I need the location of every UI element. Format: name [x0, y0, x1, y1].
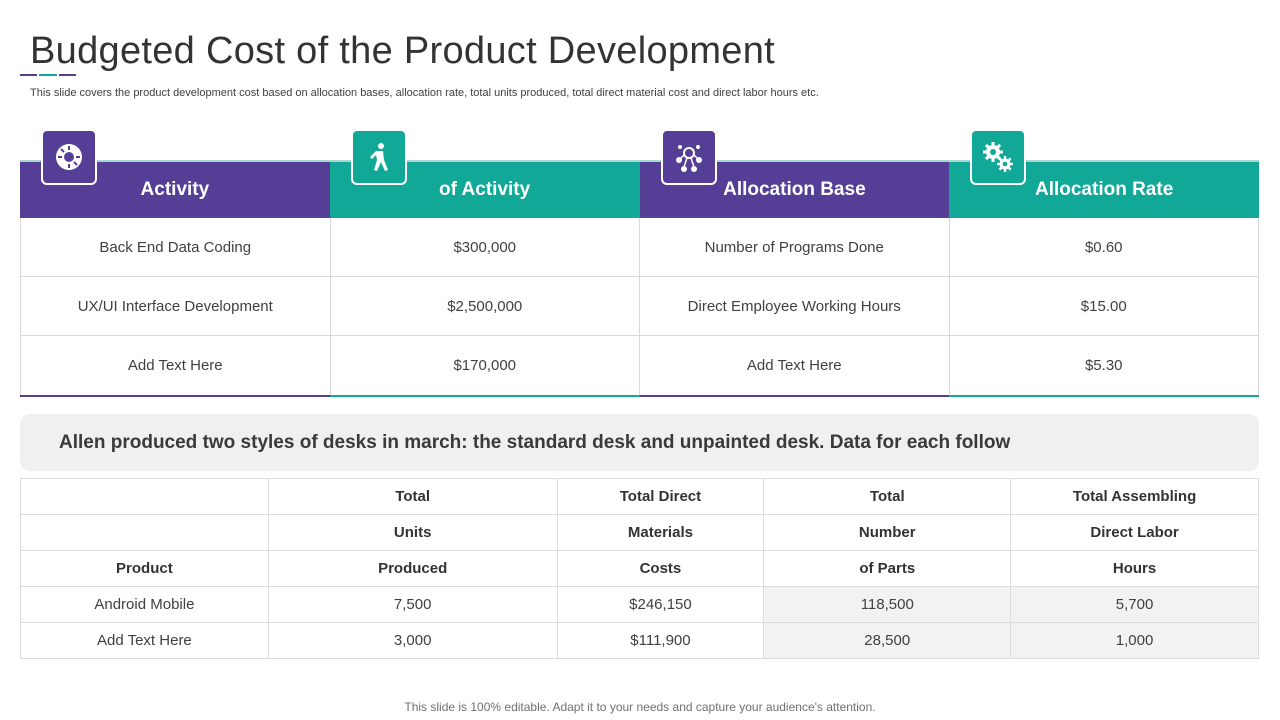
header-cost-of-activity: of Activity — [329, 129, 640, 218]
activity-table-header: Activity of Activity Allocation Base All… — [20, 129, 1259, 218]
labor-hours-cell: 1,000 — [1010, 622, 1259, 659]
header-cost-of-activity-label: of Activity — [439, 179, 531, 200]
header-allocation-rate: Allocation Rate — [949, 129, 1259, 218]
network-people-icon — [660, 129, 717, 185]
allocation-rate-cell: $5.30 — [950, 336, 1259, 395]
header-cell: Hours — [1010, 550, 1259, 587]
activity-cell: UX/UI Interface Development — [20, 277, 331, 335]
slide-footer: This slide is 100% editable. Adapt it to… — [404, 700, 876, 714]
materials-cost-cell: $246,150 — [556, 586, 765, 623]
activity-cell: Add Text Here — [20, 336, 331, 395]
header-cell: Total Direct — [556, 478, 765, 515]
materials-cost-cell: $111,900 — [556, 622, 765, 659]
header-cell: Total — [267, 478, 558, 515]
header-activity-label: Activity — [140, 179, 210, 200]
cost-cell: $170,000 — [331, 336, 640, 395]
activity-cell: Back End Data Coding — [20, 218, 331, 276]
header-cell: Total Assembling — [1010, 478, 1259, 515]
header-cell: of Parts — [763, 550, 1012, 587]
allocation-base-cell: Number of Programs Done — [640, 218, 950, 276]
header-cell: Units — [267, 514, 558, 551]
header-cell: Direct Labor — [1010, 514, 1259, 551]
allocation-rate-cell: $15.00 — [950, 277, 1259, 335]
header-allocation-base: Allocation Base — [639, 129, 950, 218]
header-cell — [20, 478, 269, 515]
units-cell: 3,000 — [267, 622, 558, 659]
header-cell: Number — [763, 514, 1012, 551]
header-cell: Total — [763, 478, 1012, 515]
product-cell: Add Text Here — [20, 622, 269, 659]
units-cell: 7,500 — [267, 586, 558, 623]
header-cell — [20, 514, 269, 551]
title-accent-line — [20, 74, 76, 77]
table-header-row: Product Produced Costs of Parts Hours — [20, 550, 1259, 587]
labor-hours-cell: 5,700 — [1010, 586, 1259, 623]
slide-subtitle: This slide covers the product developmen… — [30, 87, 819, 99]
header-activity: Activity — [20, 129, 330, 218]
allocation-base-cell: Add Text Here — [640, 336, 950, 395]
table-header-row: Total Total Direct Total Total Assemblin… — [20, 478, 1259, 515]
product-cell: Android Mobile — [20, 586, 269, 623]
table-row: UX/UI Interface Development $2,500,000 D… — [20, 277, 1259, 336]
activity-cost-table: Activity of Activity Allocation Base All… — [20, 129, 1259, 397]
table-bottom-accent — [20, 395, 1259, 397]
allocation-base-cell: Direct Employee Working Hours — [640, 277, 950, 335]
running-person-icon — [350, 129, 407, 185]
table-row: Android Mobile 7,500 $246,150 118,500 5,… — [20, 586, 1259, 623]
header-cell: Product — [20, 550, 269, 587]
activity-table-body: Back End Data Coding $300,000 Number of … — [20, 218, 1259, 395]
table-row: Back End Data Coding $300,000 Number of … — [20, 218, 1259, 277]
parts-cell: 28,500 — [763, 622, 1012, 659]
product-data-table: Total Total Direct Total Total Assemblin… — [20, 478, 1259, 659]
gears-icon — [970, 129, 1027, 185]
header-allocation-base-label: Allocation Base — [723, 179, 866, 200]
settings-gear-icon — [41, 129, 97, 185]
desk-info-banner: Allen produced two styles of desks in ma… — [20, 414, 1259, 471]
header-allocation-rate-label: Allocation Rate — [1034, 179, 1174, 200]
table-header-row: Units Materials Number Direct Labor — [20, 514, 1259, 551]
parts-cell: 118,500 — [763, 586, 1012, 623]
header-cell: Produced — [267, 550, 558, 587]
table-row: Add Text Here $170,000 Add Text Here $5.… — [20, 336, 1259, 395]
header-cell: Materials — [556, 514, 765, 551]
table-row: Add Text Here 3,000 $111,900 28,500 1,00… — [20, 622, 1259, 659]
header-cell: Costs — [556, 550, 765, 587]
cost-cell: $300,000 — [331, 218, 640, 276]
slide-title: Budgeted Cost of the Product Development — [30, 30, 776, 72]
cost-cell: $2,500,000 — [331, 277, 640, 335]
allocation-rate-cell: $0.60 — [950, 218, 1259, 276]
